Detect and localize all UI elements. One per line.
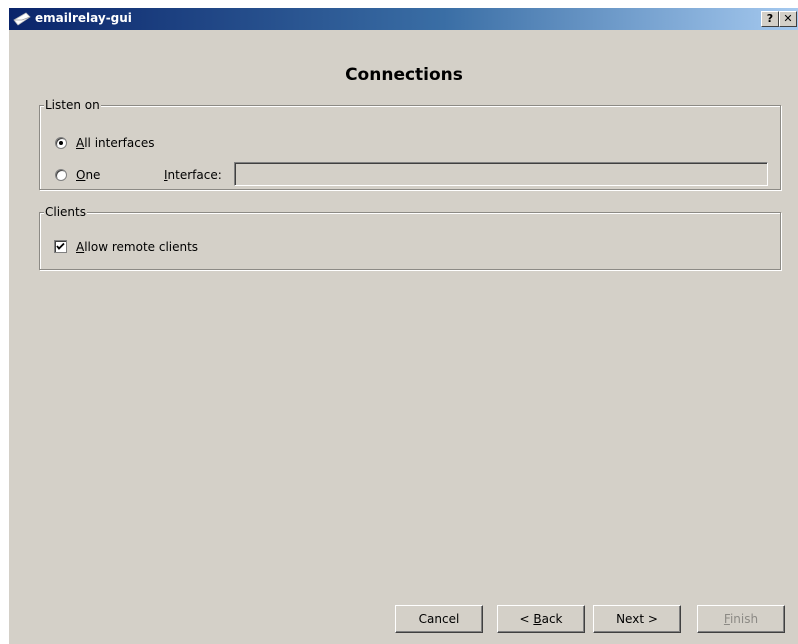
close-button[interactable]: ✕	[779, 11, 797, 27]
listen-on-legend: Listen on	[44, 98, 101, 112]
one-interface-radio[interactable]	[55, 169, 67, 181]
close-icon: ✕	[783, 12, 793, 25]
interface-label: Interface:	[164, 168, 222, 182]
page-title: Connections	[345, 65, 463, 85]
finish-button[interactable]: Finish	[697, 605, 785, 633]
clients-group: Clients Allow remote clients	[39, 205, 781, 270]
cancel-button[interactable]: Cancel	[395, 605, 483, 633]
help-icon: ?	[766, 12, 774, 25]
radio-selected-dot	[59, 141, 63, 145]
help-button[interactable]: ?	[761, 11, 779, 27]
allow-remote-clients-label[interactable]: Allow remote clients	[76, 240, 198, 254]
envelope-icon	[13, 11, 31, 27]
one-interface-label[interactable]: One	[76, 168, 100, 182]
wizard-window: emailrelay-gui ? ✕ Connections Listen on…	[8, 8, 798, 644]
next-button[interactable]: Next >	[593, 605, 681, 633]
back-button[interactable]: < Back	[497, 605, 585, 633]
title-bar: emailrelay-gui ? ✕	[9, 8, 798, 30]
allow-remote-clients-checkbox[interactable]	[54, 240, 67, 253]
window-title: emailrelay-gui	[35, 11, 132, 25]
all-interfaces-radio[interactable]	[55, 137, 67, 149]
all-interfaces-label[interactable]: All interfaces	[76, 136, 154, 150]
clients-legend: Clients	[44, 205, 87, 219]
checkmark-icon	[56, 242, 65, 250]
interface-input[interactable]	[234, 162, 768, 186]
listen-on-group: Listen on All interfaces One Interface:	[39, 98, 781, 190]
